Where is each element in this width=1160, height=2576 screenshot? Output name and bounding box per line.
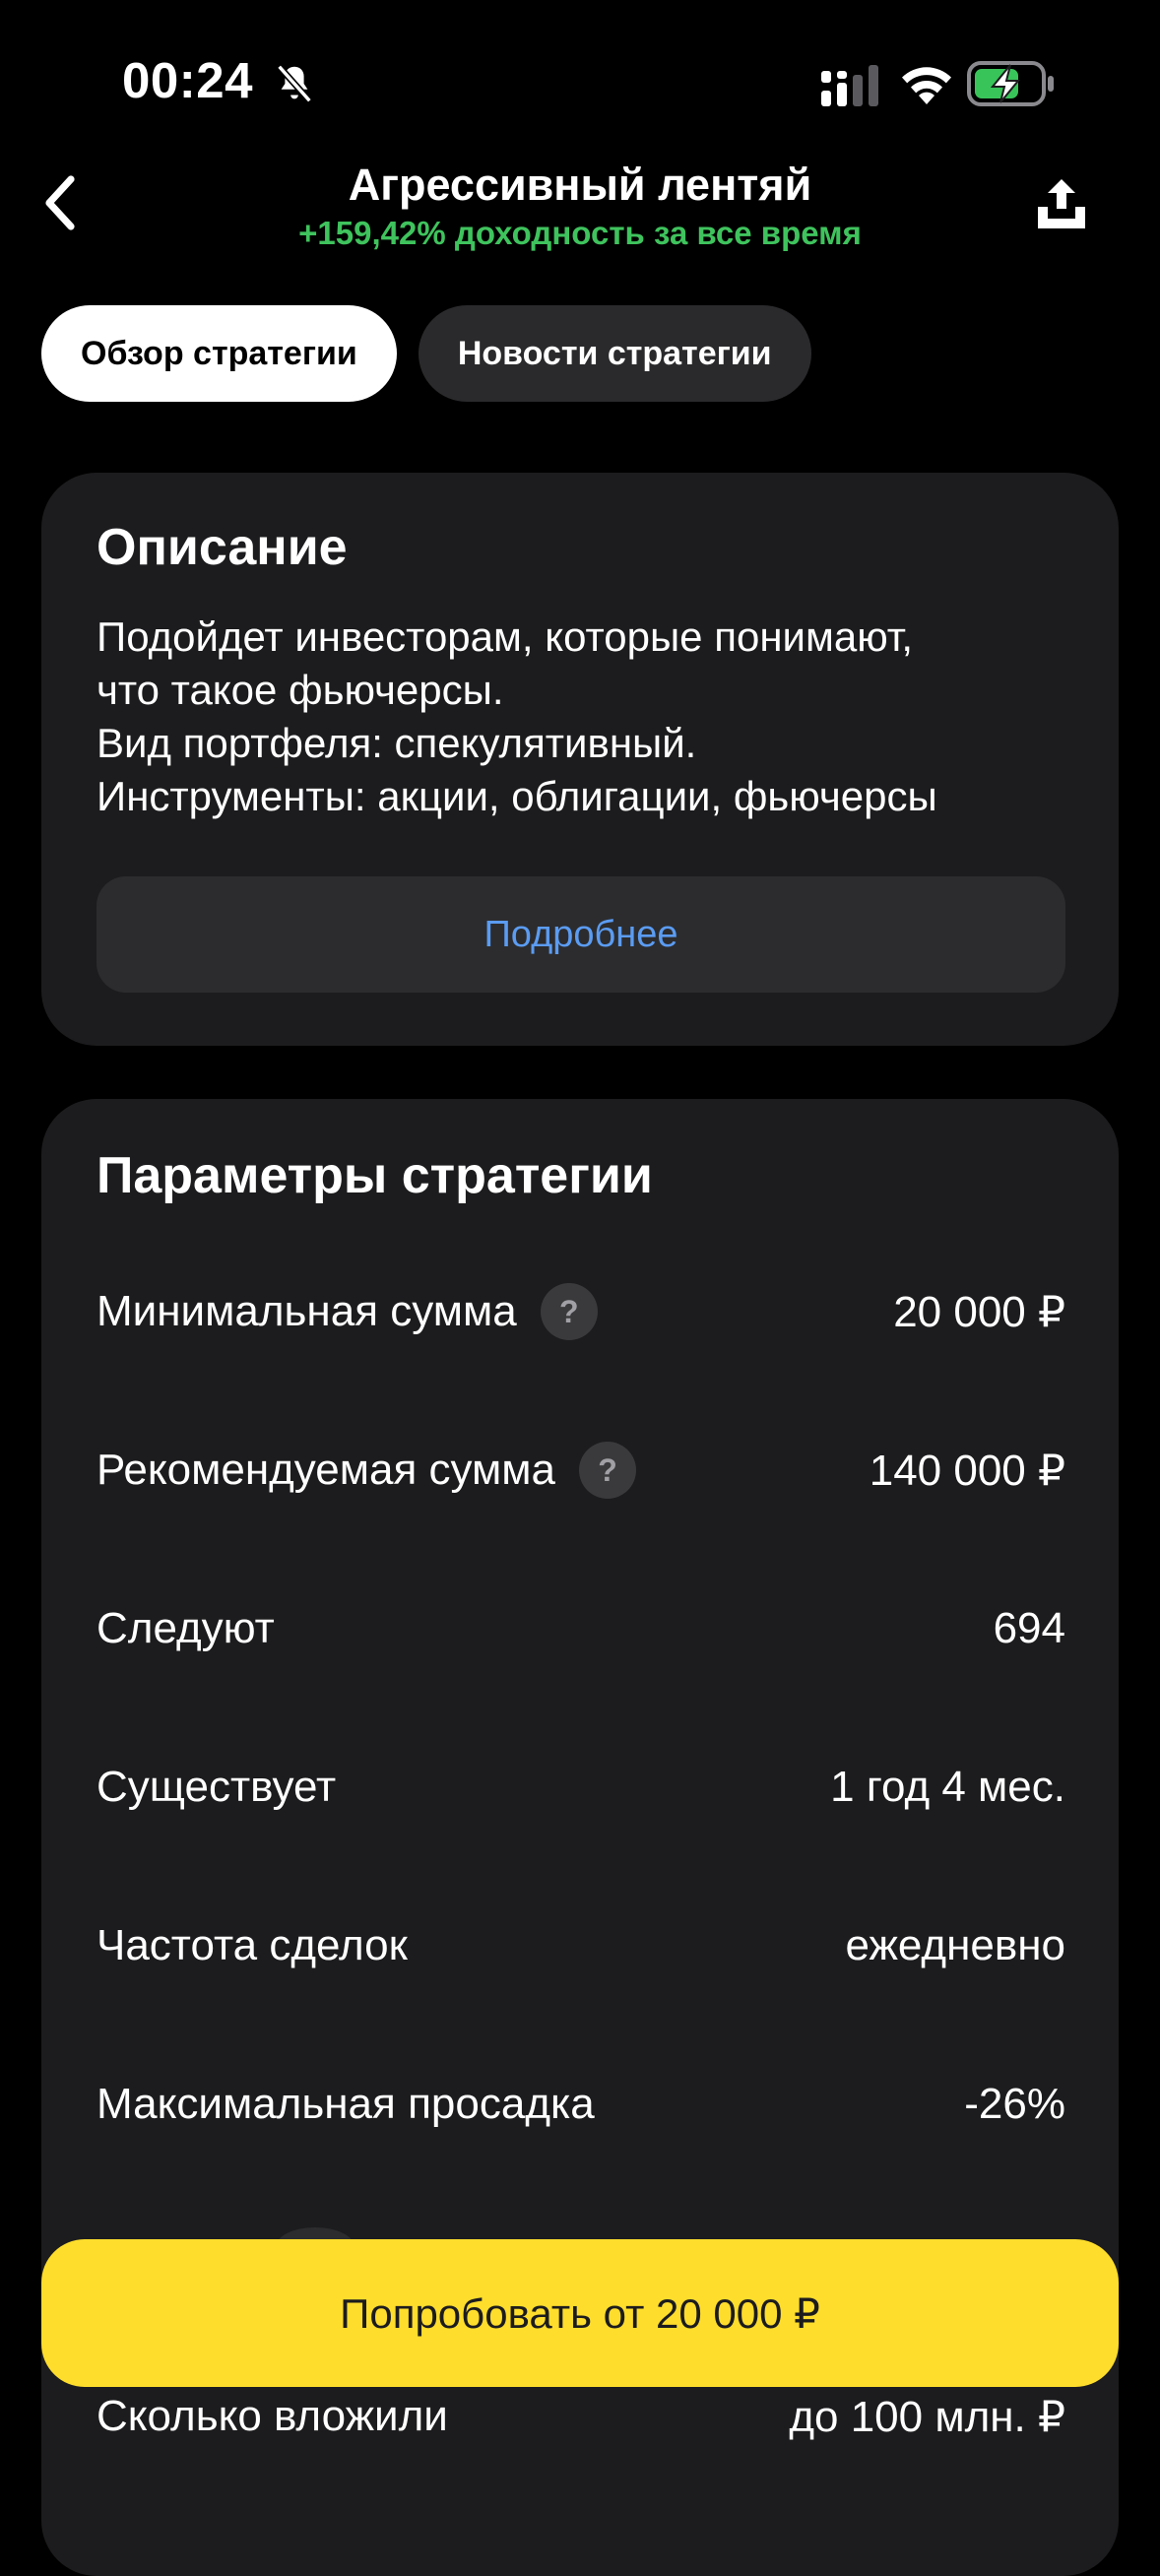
param-row-followers: Следуют 694 bbox=[97, 1589, 1065, 1668]
param-label: Сколько вложили bbox=[97, 2392, 448, 2440]
cellular-signal-icon bbox=[821, 65, 878, 106]
description-title: Описание bbox=[97, 519, 348, 576]
more-button[interactable]: Подробнее bbox=[97, 876, 1065, 993]
param-value: 20 000 ₽ bbox=[893, 1287, 1065, 1336]
battery-charging-icon bbox=[967, 61, 1054, 106]
param-label: Минимальная сумма bbox=[97, 1287, 517, 1335]
param-row-trade-frequency: Частота сделок ежедневно bbox=[97, 1906, 1065, 1985]
parameters-title: Параметры стратегии bbox=[97, 1147, 653, 1204]
param-label: Следуют bbox=[97, 1604, 275, 1652]
wifi-icon bbox=[902, 67, 951, 104]
tab-news[interactable]: Новости стратегии bbox=[418, 305, 811, 402]
param-value: до 100 млн. ₽ bbox=[789, 2392, 1065, 2441]
param-value: 1 год 4 мес. bbox=[830, 1763, 1065, 1811]
param-value: -26% bbox=[964, 2080, 1065, 2128]
param-label: Рекомендуемая сумма bbox=[97, 1446, 556, 1494]
param-label: Максимальная просадка bbox=[97, 2080, 595, 2128]
param-row-age: Существует 1 год 4 мес. bbox=[97, 1748, 1065, 1827]
description-text: Подойдет инвесторам, которые понимают, ч… bbox=[97, 611, 1071, 827]
param-row-recommended-amount: Рекомендуемая сумма ? 140 000 ₽ bbox=[97, 1431, 1065, 1510]
description-line: Подойдет инвесторам, которые понимают, bbox=[97, 613, 914, 660]
try-strategy-button[interactable]: Попробовать от 20 000 ₽ bbox=[41, 2239, 1119, 2387]
strategy-tabs: Обзор стратегии Новости стратегии bbox=[41, 305, 811, 402]
tab-overview[interactable]: Обзор стратегии bbox=[41, 305, 397, 402]
share-button[interactable] bbox=[1024, 169, 1099, 240]
status-bar: 00:24 bbox=[0, 0, 1160, 148]
bell-off-icon bbox=[277, 64, 312, 103]
param-label: Частота сделок bbox=[97, 1921, 408, 1969]
status-time: 00:24 bbox=[122, 52, 253, 108]
param-row-max-drawdown: Максимальная просадка -26% bbox=[97, 2065, 1065, 2144]
description-line: что такое фьючерсы. bbox=[97, 667, 504, 713]
description-line: Инструменты: акции, облигации, фьючерсы bbox=[97, 773, 937, 819]
description-card: Описание Подойдет инвесторам, которые по… bbox=[41, 473, 1119, 1046]
page-title: Агрессивный лентяй bbox=[348, 160, 812, 210]
share-icon bbox=[1038, 179, 1085, 228]
description-line: Вид портфеля: спекулятивный. bbox=[97, 720, 697, 766]
param-value: 694 bbox=[993, 1604, 1065, 1652]
param-row-invested: Сколько вложили до 100 млн. ₽ bbox=[97, 2377, 1065, 2456]
help-icon[interactable]: ? bbox=[540, 1283, 598, 1340]
param-value: 140 000 ₽ bbox=[869, 1446, 1065, 1495]
help-icon[interactable]: ? bbox=[579, 1442, 637, 1499]
param-value: ежедневно bbox=[845, 1921, 1065, 1969]
param-row-min-amount: Минимальная сумма ? 20 000 ₽ bbox=[97, 1272, 1065, 1351]
return-subtitle: +159,42% доходность за все время bbox=[298, 215, 862, 251]
param-label: Существует bbox=[97, 1763, 337, 1811]
